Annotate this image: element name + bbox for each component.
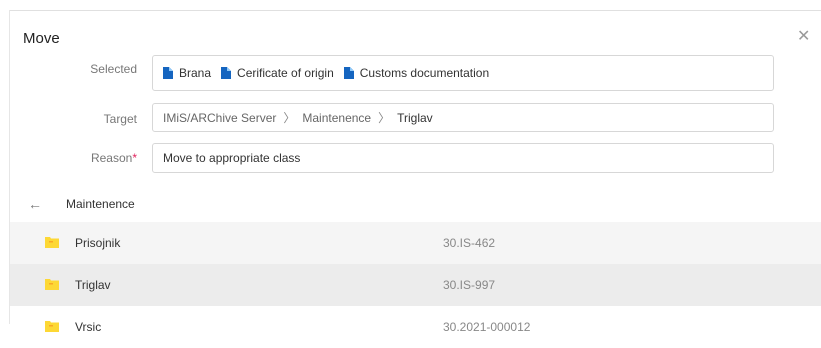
folder-code: 30.IS-462 [443,236,496,250]
move-dialog: Move ✕ Selected Brana Cerificate of orig… [0,10,821,348]
document-icon [343,67,354,79]
required-marker: * [132,151,137,165]
folder-icon [45,279,59,290]
folder-row[interactable]: Prisojnik 30.IS-462 [10,222,821,264]
reason-input[interactable]: Move to appropriate class [152,143,774,173]
reason-label: Reason* [0,151,137,165]
document-icon [221,67,232,79]
reason-value: Move to appropriate class [163,151,301,165]
folder-row[interactable]: Vrsic 30.2021-000012 [10,306,821,348]
folder-name: Prisojnik [75,236,121,250]
folder-icon [45,237,59,248]
folder-row[interactable]: Triglav 30.IS-997 [10,264,821,306]
selected-item-label: Cerificate of origin [237,66,334,80]
target-path-item[interactable]: IMiS/ARChive Server [163,111,276,125]
folder-code: 30.IS-997 [443,278,496,292]
dialog-title: Move [23,30,60,47]
folder-code: 30.2021-000012 [443,320,531,334]
folder-icon [45,321,59,332]
dialog-top-border [9,10,821,11]
selected-item-label: Brana [179,66,212,80]
document-icon [163,67,173,79]
selected-item[interactable]: Customs documentation [343,66,490,80]
folder-name: Vrsic [75,320,102,334]
folder-name: Triglav [75,278,111,292]
target-path-item[interactable]: Maintenence [302,111,371,125]
selected-item-label: Customs documentation [359,66,490,80]
target-label: Target [103,112,137,126]
selected-item[interactable]: Cerificate of origin [221,66,334,80]
selected-label: Selected [90,62,137,76]
chevron-right-icon: 〉 [378,111,391,125]
reason-label-text: Reason [90,151,133,165]
chevron-right-icon: 〉 [283,111,296,125]
arrow-left-icon[interactable]: ← [28,196,42,212]
selected-field[interactable]: Brana Cerificate of origin Customs docum… [152,55,774,91]
close-icon[interactable]: ✕ [797,29,811,45]
current-folder-label: Maintenence [66,197,135,211]
selected-item[interactable]: Brana [163,66,211,80]
target-field[interactable]: IMiS/ARChive Server 〉 Maintenence 〉 Trig… [152,103,774,132]
target-path-item[interactable]: Triglav [397,111,433,125]
